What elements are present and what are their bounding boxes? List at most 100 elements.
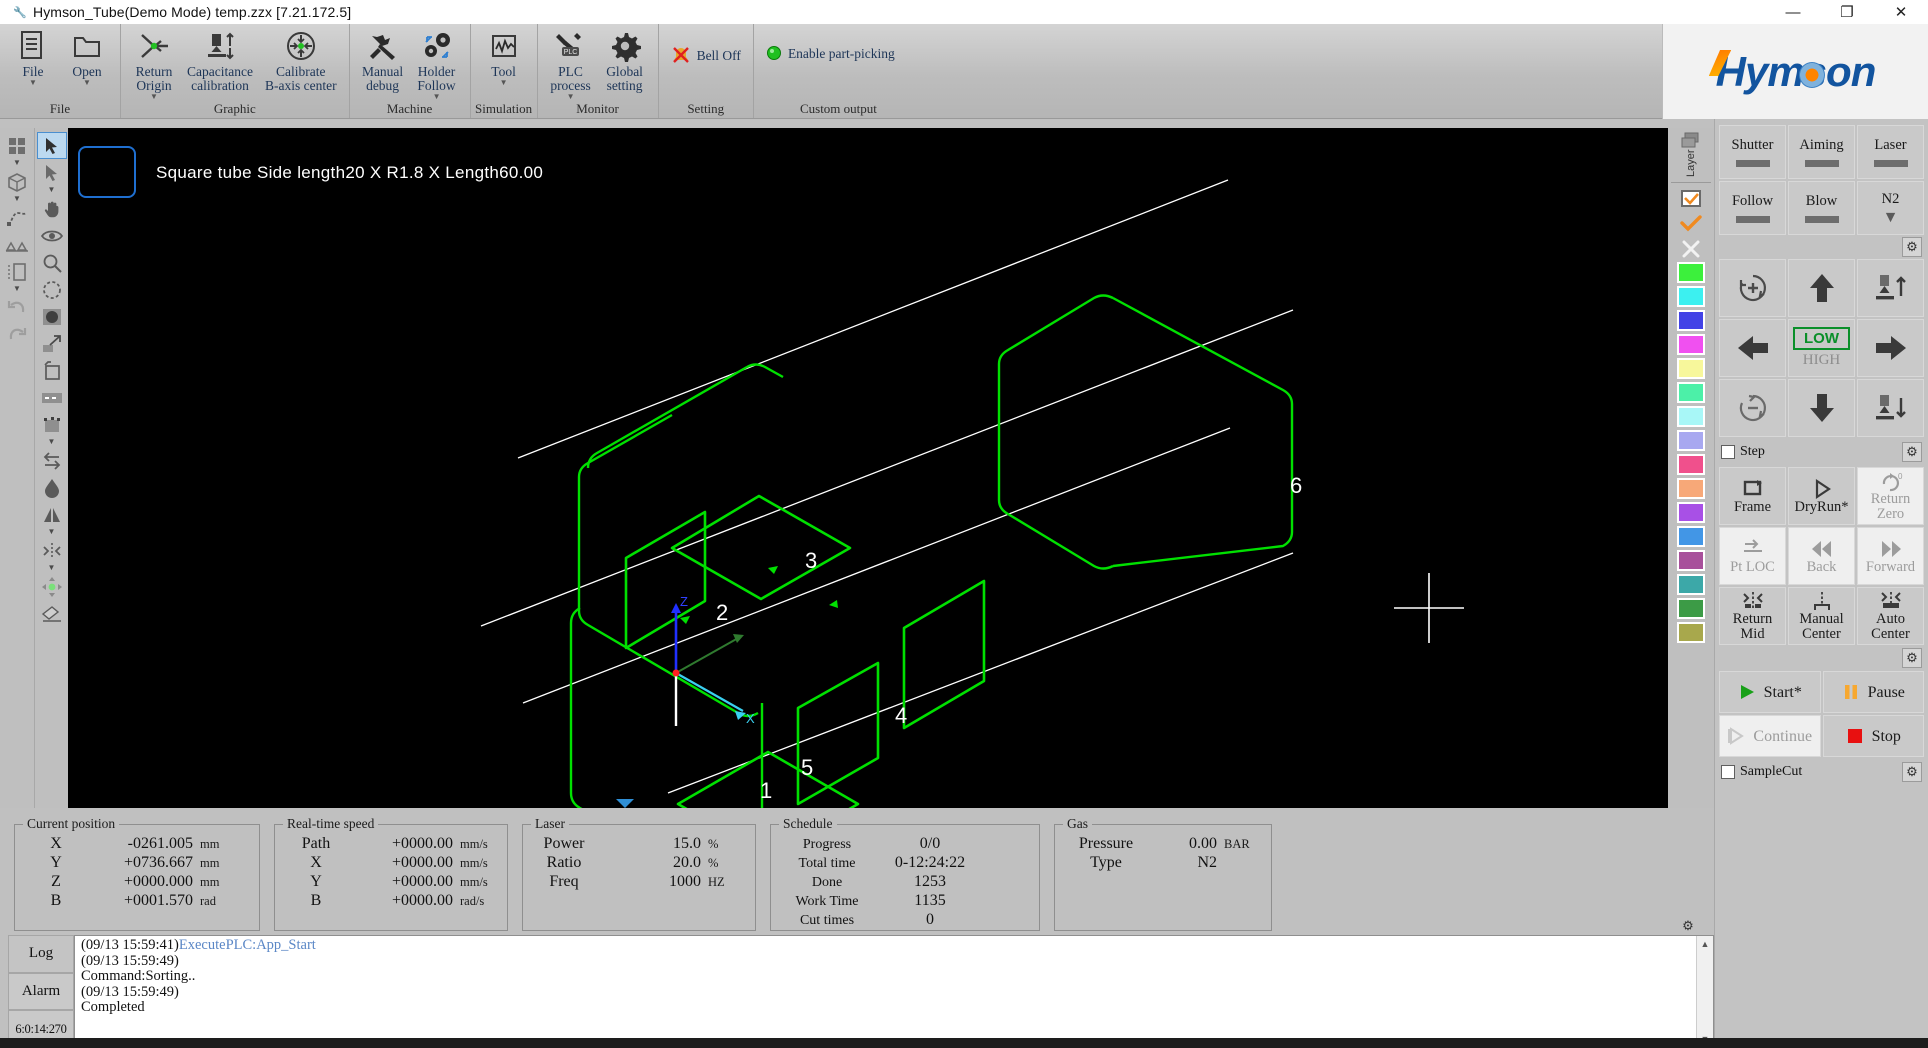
run-settings-gear-icon[interactable]: ⚙ xyxy=(1902,762,1922,782)
palette-color-5[interactable] xyxy=(1677,382,1705,403)
chevron-down-icon[interactable]: ▼ xyxy=(29,79,37,87)
global-setting-button[interactable]: Global setting xyxy=(598,27,652,93)
chevron-down-icon[interactable]: ▼ xyxy=(35,438,68,447)
select-arrow-icon[interactable] xyxy=(36,132,67,159)
palette-color-14[interactable] xyxy=(1677,598,1705,619)
file-button[interactable]: File ▼ xyxy=(6,27,60,87)
measure-icon[interactable] xyxy=(2,258,32,285)
palette-color-2[interactable] xyxy=(1677,310,1705,331)
tool-button[interactable]: Tool ▼ xyxy=(477,27,531,87)
chevron-down-icon[interactable]: ▼ xyxy=(1883,209,1899,225)
samplecut-checkbox-box[interactable] xyxy=(1721,765,1735,779)
jog-up-button[interactable] xyxy=(1788,259,1855,317)
cube-3d-icon[interactable] xyxy=(2,168,32,195)
droplet-icon[interactable] xyxy=(37,474,67,501)
pan-hand-icon[interactable] xyxy=(37,195,67,222)
aiming-button[interactable]: Aiming xyxy=(1788,125,1855,179)
chevron-down-icon[interactable]: ▼ xyxy=(35,528,68,537)
check-box-orange-icon[interactable] xyxy=(1676,187,1706,211)
log-output[interactable]: (09/13 15:59:41)ExecutePLC:App_Start (09/… xyxy=(74,935,1714,1048)
dashed-line-icon[interactable] xyxy=(37,384,67,411)
manual-debug-button[interactable]: Manual debug xyxy=(356,27,410,93)
chevron-down-icon[interactable]: ▼ xyxy=(35,186,68,195)
alarm-tab[interactable]: Alarm xyxy=(8,972,74,1011)
device-settings-gear-icon[interactable]: ⚙ xyxy=(1902,237,1922,257)
capacitance-calibration-button[interactable]: Capacitance calibration xyxy=(181,27,259,93)
open-button[interactable]: Open ▼ xyxy=(60,27,114,87)
eye-visibility-icon[interactable] xyxy=(37,222,67,249)
scale-arrow-icon[interactable] xyxy=(37,330,67,357)
chevron-down-icon[interactable]: ▼ xyxy=(567,93,575,101)
samplecut-checkbox[interactable]: SampleCut xyxy=(1721,764,1802,780)
palette-color-1[interactable] xyxy=(1677,286,1705,307)
nozzle-down-button[interactable] xyxy=(1857,379,1924,437)
return-origin-button[interactable]: Return Origin ▼ xyxy=(127,27,181,101)
blow-button[interactable]: Blow xyxy=(1788,181,1855,235)
jog-down-button[interactable] xyxy=(1788,379,1855,437)
eraser-icon[interactable] xyxy=(37,600,67,627)
nozzle-up-button[interactable] xyxy=(1857,259,1924,317)
frame-button[interactable]: Frame xyxy=(1719,467,1786,525)
palette-color-9[interactable] xyxy=(1677,478,1705,499)
node-select-icon[interactable] xyxy=(37,411,67,438)
dryrun-button[interactable]: DryRun* xyxy=(1788,467,1855,525)
pt-loc-button[interactable]: Pt LOC xyxy=(1719,527,1786,585)
chevron-down-icon[interactable]: ▼ xyxy=(0,285,34,294)
redo-icon[interactable] xyxy=(2,321,32,348)
bend-icon[interactable] xyxy=(2,231,32,258)
dashed-circle-icon[interactable] xyxy=(37,276,67,303)
continue-button[interactable]: Continue xyxy=(1719,715,1821,757)
calibrate-b-axis-button[interactable]: Calibrate B-axis center xyxy=(259,27,343,93)
pause-button[interactable]: Pause xyxy=(1822,671,1924,713)
enable-part-picking-button[interactable]: Enable part-picking xyxy=(760,27,901,61)
copy-frame-icon[interactable] xyxy=(37,357,67,384)
palette-color-0[interactable] xyxy=(1677,262,1705,283)
origin-move-icon[interactable] xyxy=(37,573,67,600)
swap-direction-icon[interactable] xyxy=(37,447,67,474)
chevron-down-icon[interactable]: ▼ xyxy=(83,79,91,87)
palette-color-7[interactable] xyxy=(1677,430,1705,451)
scroll-up-icon[interactable]: ▲ xyxy=(1701,936,1710,952)
palette-color-6[interactable] xyxy=(1677,406,1705,427)
laser-button[interactable]: Laser xyxy=(1857,125,1924,179)
canvas-scroll-marker[interactable] xyxy=(616,799,634,808)
jog-right-button[interactable] xyxy=(1857,319,1924,377)
forward-button[interactable]: Forward xyxy=(1857,527,1924,585)
palette-color-4[interactable] xyxy=(1677,358,1705,379)
jog-settings-gear-icon[interactable]: ⚙ xyxy=(1902,442,1922,462)
undo-icon[interactable] xyxy=(2,294,32,321)
jog-left-button[interactable] xyxy=(1719,319,1786,377)
chevron-down-icon[interactable]: ▼ xyxy=(0,159,34,168)
auto-center-button[interactable]: Auto Center xyxy=(1857,587,1924,645)
manual-center-button[interactable]: Manual Center xyxy=(1788,587,1855,645)
palette-color-12[interactable] xyxy=(1677,550,1705,571)
palette-color-13[interactable] xyxy=(1677,574,1705,595)
layer-header[interactable]: Layer xyxy=(1671,131,1711,183)
chevron-down-icon[interactable]: ▼ xyxy=(500,79,508,87)
pointer-icon[interactable] xyxy=(37,159,67,186)
minimize-button[interactable]: — xyxy=(1766,0,1820,24)
follow-button[interactable]: Follow xyxy=(1719,181,1786,235)
step-checkbox-box[interactable] xyxy=(1721,445,1735,459)
mirror-icon[interactable] xyxy=(37,501,67,528)
maximize-button[interactable]: ❐ xyxy=(1820,0,1874,24)
grid-view-icon[interactable] xyxy=(2,132,32,159)
log-scrollbar[interactable]: ▲ ▼ xyxy=(1696,936,1713,1047)
step-checkbox[interactable]: Step xyxy=(1721,444,1765,460)
log-tab[interactable]: Log xyxy=(8,935,74,973)
palette-color-11[interactable] xyxy=(1677,526,1705,547)
filled-circle-icon[interactable] xyxy=(37,303,67,330)
chevron-down-icon[interactable]: ▼ xyxy=(35,564,68,573)
back-button[interactable]: Back xyxy=(1788,527,1855,585)
speed-toggle-button[interactable]: LOW HIGH xyxy=(1788,319,1855,377)
chevron-down-icon[interactable]: ▼ xyxy=(433,93,441,101)
shutter-button[interactable]: Shutter xyxy=(1719,125,1786,179)
palette-color-15[interactable] xyxy=(1677,622,1705,643)
gas-type-button[interactable]: N2 ▼ xyxy=(1857,181,1924,235)
check-orange-icon[interactable] xyxy=(1676,212,1706,236)
speed-low-label[interactable]: LOW xyxy=(1793,327,1850,350)
rotate-minus-button[interactable] xyxy=(1719,379,1786,437)
chevron-down-icon[interactable]: ▼ xyxy=(0,195,34,204)
close-x-icon[interactable] xyxy=(1676,237,1706,261)
stop-button[interactable]: Stop xyxy=(1822,715,1924,757)
